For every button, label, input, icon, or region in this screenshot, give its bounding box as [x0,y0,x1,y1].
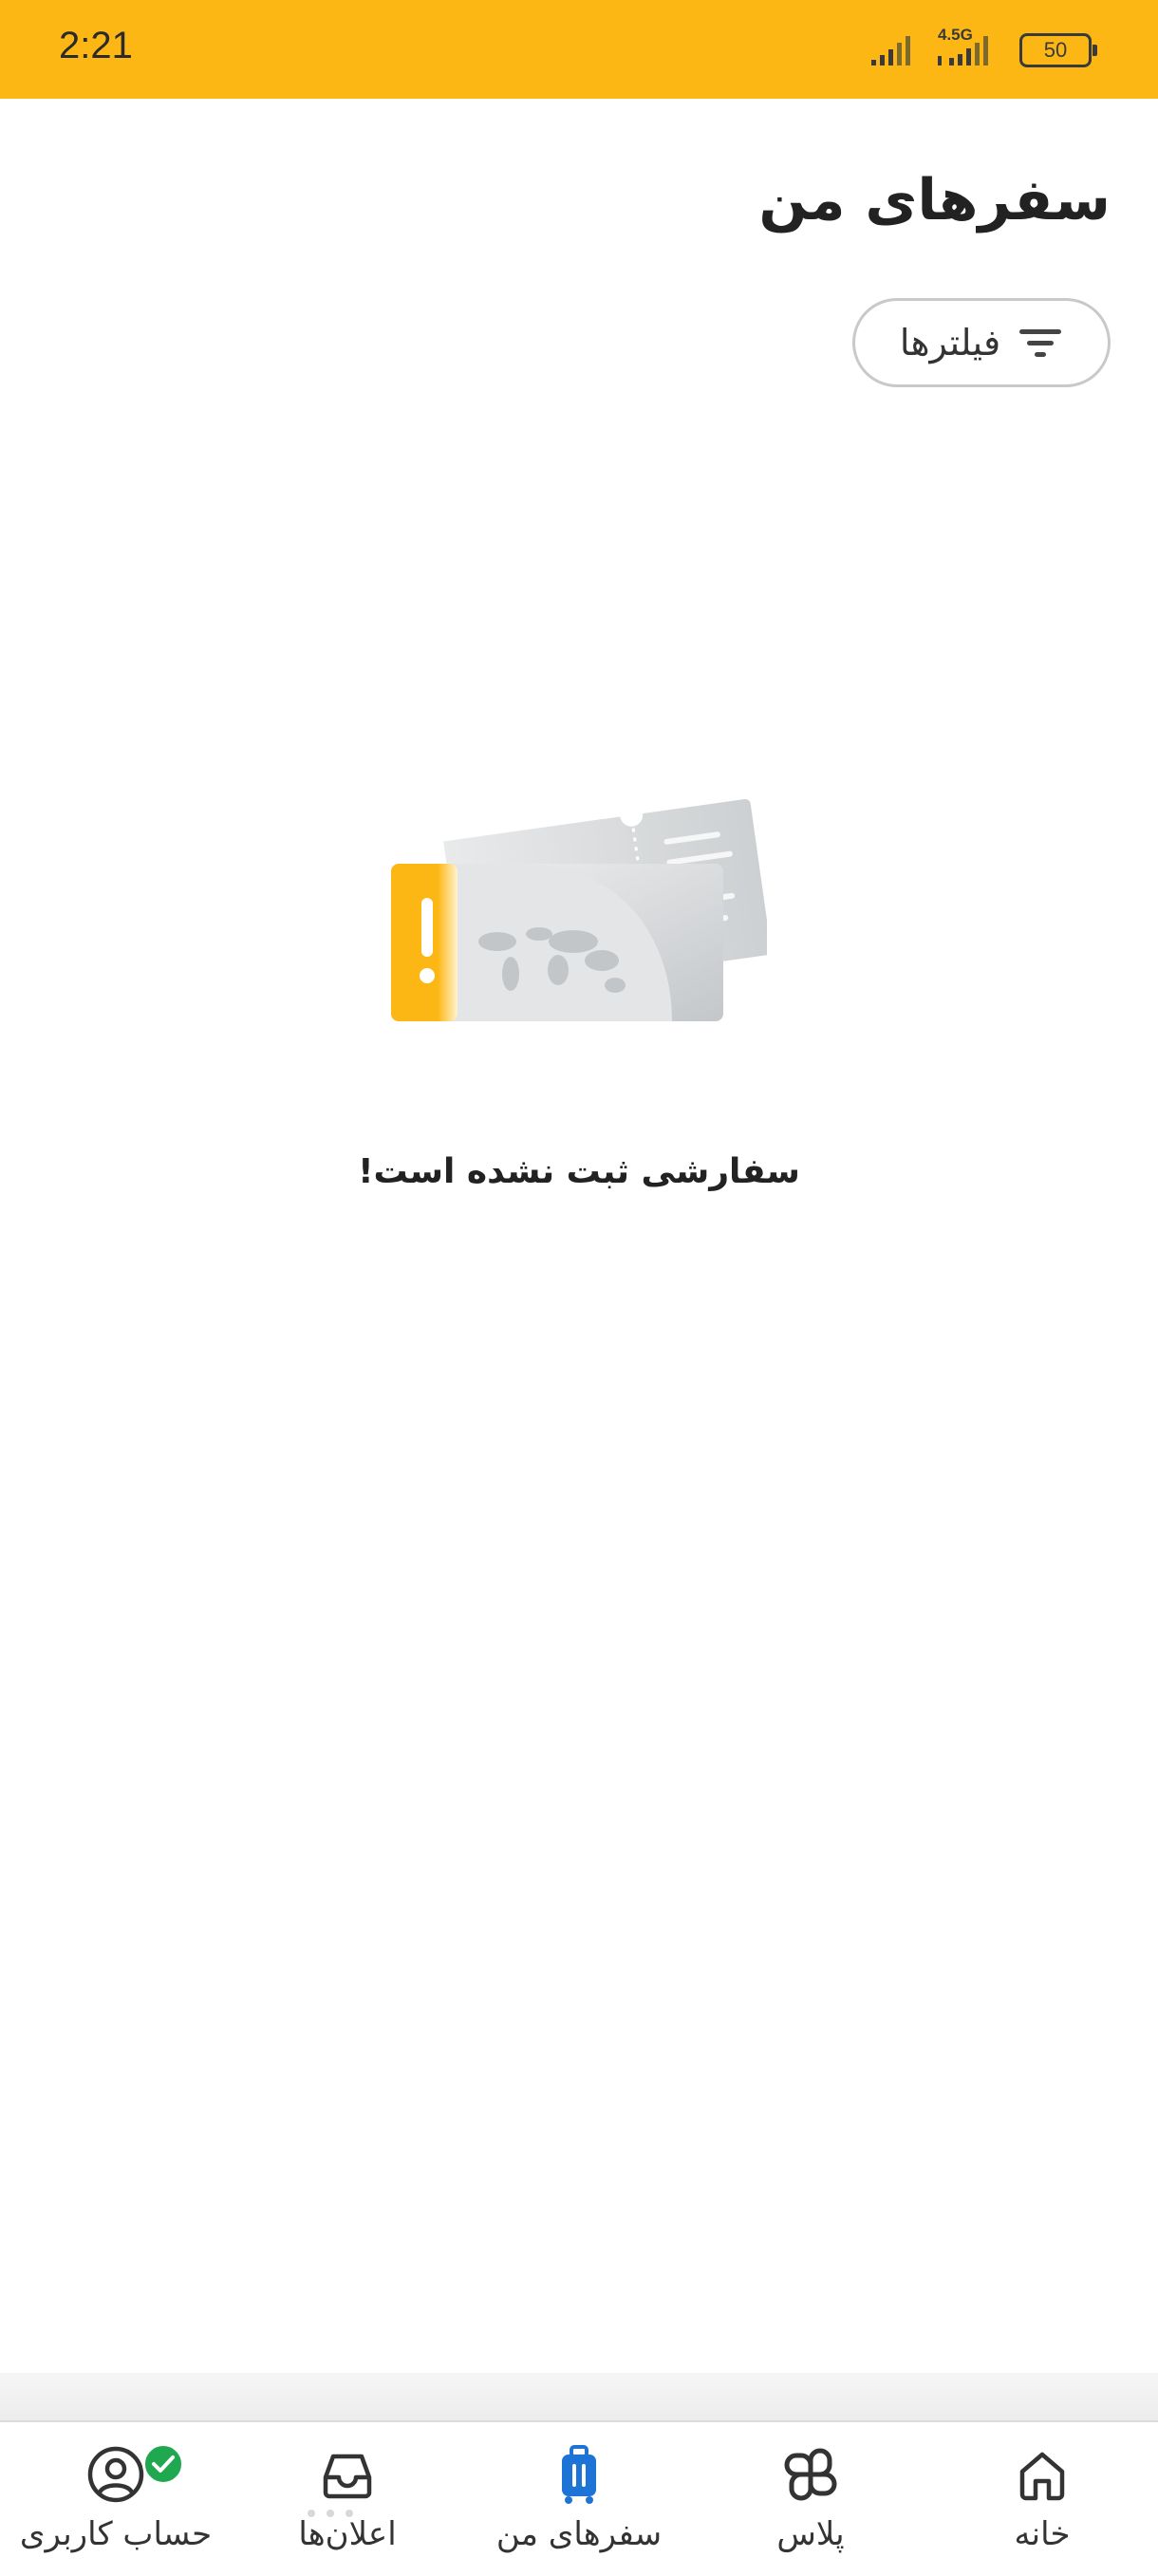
battery-level: 50 [1043,38,1068,62]
nav-label-home: خانه [1014,2515,1071,2553]
nav-label-account: حساب کاربری [19,2515,213,2553]
nav-label-notifications: اعلان‌ها [298,2515,397,2553]
empty-state-message: سفارشی ثبت نشده است! [358,1152,800,1191]
bottom-divider [0,2373,1158,2420]
nav-label-plus: پلاس [776,2515,845,2553]
check-icon [152,2455,175,2473]
plus-icon [784,2448,837,2501]
filter-button[interactable]: فیلترها [852,298,1111,387]
filter-icon [1019,329,1062,357]
verified-badge [142,2443,184,2485]
page-title: سفرهای من [758,167,1111,233]
status-bar: 2:21 4.5G 50 [0,0,1158,99]
filter-label: فیلترها [899,322,1001,364]
nav-item-my-trips[interactable]: سفرهای من [463,2422,695,2576]
nav-item-plus[interactable]: پلاس [695,2422,926,2576]
signal-icon-secondary [938,36,988,65]
nav-item-account[interactable]: حساب کاربری [0,2422,232,2576]
bottom-navigation: خانه پلاس سفرهای من اعلان‌ها [0,2420,1158,2576]
inbox-icon [323,2454,372,2499]
empty-ticket-illustration [391,799,767,1021]
signal-icon [871,36,910,65]
nav-item-home[interactable]: خانه [926,2422,1158,2576]
home-icon [1019,2452,1065,2501]
user-account-icon [87,2446,144,2503]
battery-indicator: 50 [1019,33,1097,67]
network-indicator: 4.5G [932,26,1008,67]
status-icons: 4.5G 50 [869,26,1097,74]
nav-label-my-trips: سفرهای من [495,2515,663,2553]
status-time: 2:21 [59,25,133,66]
luggage-icon [562,2445,596,2504]
nav-item-notifications[interactable]: اعلان‌ها [232,2422,463,2576]
